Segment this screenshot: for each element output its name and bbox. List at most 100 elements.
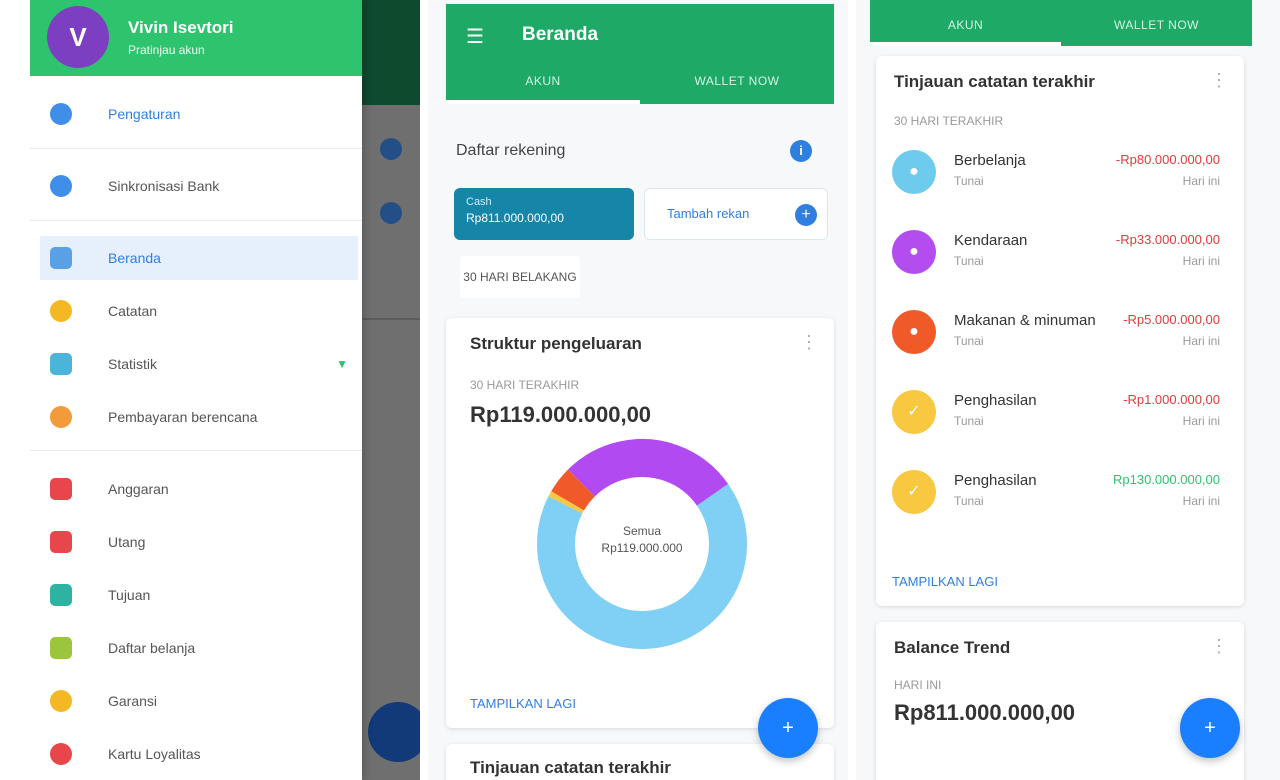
nav-item-budget[interactable]: Anggaran [30,467,362,511]
add-account-label: Tambah rekan [667,206,750,221]
account-chip[interactable]: Cash Rp811.000.000,00 [454,188,634,240]
record-date: Hari ini [1182,494,1220,508]
page-title: Beranda [522,24,599,45]
record-category: Penghasilan [954,472,1037,489]
record-category: Kendaraan [954,232,1028,249]
plus-icon: + [795,204,817,226]
user-name: Vivin Isevtori [128,18,234,37]
donut-center-value: Rp119.000.000 [601,541,683,555]
settings-icon [50,103,72,125]
nav-item-label: Anggaran [108,481,169,497]
nav-item-notes[interactable]: Catatan [30,289,362,333]
nav-item-label: Catatan [108,303,158,319]
nav-item-home[interactable]: Beranda [40,236,358,280]
tab-indicator [870,42,1061,46]
add-record-fab[interactable]: + [1180,698,1240,758]
show-more-link[interactable]: TAMPILKAN LAGI [892,574,998,589]
record-row[interactable]: ● Berbelanja Tunai -Rp80.000.000,00 Hari… [876,144,1236,208]
shopping-list-icon [50,637,72,659]
tab-wallet-now[interactable]: WALLET NOW [640,74,834,88]
nav-item-label: Kartu Loyalitas [108,746,201,762]
chevron-down-icon[interactable]: ▼ [336,357,348,371]
budget-icon [50,478,72,500]
debt-icon [50,531,72,553]
nav-item-bank-sync[interactable]: Sinkronisasi Bank [30,164,362,208]
tab-indicator [446,100,640,104]
goal-icon [50,584,72,606]
nav-item-settings[interactable]: Pengaturan [30,92,362,136]
tab-accounts[interactable]: AKUN [446,74,640,88]
record-account: Tunai [954,254,984,268]
drawer: V Vivin Isevtori Pratinjau akun Pengatur… [30,0,362,780]
home-screen: ☰ Beranda AKUN WALLET NOW Daftar rekenin… [428,0,848,780]
record-row[interactable]: ✓ Penghasilan Tunai -Rp1.000.000,00 Hari… [876,384,1236,448]
dimmed-background[interactable] [360,0,420,780]
nav-item-planned-payments[interactable]: Pembayaran berencana [30,395,362,439]
app-bar: AKUN WALLET NOW [870,0,1252,46]
home-icon [50,247,72,269]
notes-icon [50,300,72,322]
planned-payment-icon [50,406,72,428]
add-account-button[interactable]: Tambah rekan + [644,188,828,240]
chart-icon [50,353,72,375]
card-title: Balance Trend [894,638,1011,657]
record-account: Tunai [954,174,984,188]
nav-item-goals[interactable]: Tujuan [30,573,362,617]
more-vert-icon[interactable]: ⋮ [800,332,818,353]
nav-item-warranty[interactable]: Garansi [30,679,362,723]
dimmed-divider [360,318,420,320]
income-icon: ✓ [892,470,936,514]
balance-trend-card: Balance Trend ⋮ HARI INI Rp811.000.000,0… [876,622,1244,780]
record-amount: -Rp5.000.000,00 [1123,312,1220,327]
tab-accounts[interactable]: AKUN [870,18,1061,32]
record-date: Hari ini [1182,174,1220,188]
record-category: Berbelanja [954,152,1026,169]
nav-item-label: Utang [108,534,146,550]
record-row[interactable]: ● Kendaraan Tunai -Rp33.000.000,00 Hari … [876,224,1236,288]
card-period: 30 HARI TERAKHIR [894,114,1004,128]
nav-item-label: Daftar belanja [108,640,196,656]
more-vert-icon[interactable]: ⋮ [1210,70,1228,91]
spending-total: Rp119.000.000,00 [470,402,652,427]
avatar[interactable]: V [47,6,109,68]
date-range-button[interactable]: 30 HARI BELAKANG [460,256,580,298]
user-subtitle: Pratinjau akun [128,43,205,57]
balance-value: Rp811.000.000,00 [894,700,1076,725]
nav-item-label: Tujuan [108,587,151,603]
add-record-fab[interactable]: + [758,698,818,758]
show-more-link[interactable]: TAMPILKAN LAGI [470,696,576,711]
accounts-title: Daftar rekening [456,142,566,159]
record-amount: -Rp33.000.000,00 [1115,232,1220,247]
vehicle-icon: ● [892,230,936,274]
record-amount: -Rp80.000.000,00 [1115,152,1220,167]
record-category: Penghasilan [954,392,1037,409]
nav-divider [30,450,362,451]
nav-item-loyalty-cards[interactable]: Kartu Loyalitas [30,732,362,776]
tab-wallet-now[interactable]: WALLET NOW [1061,18,1252,32]
drawer-header[interactable]: V Vivin Isevtori Pratinjau akun [30,0,362,76]
nav-item-label: Sinkronisasi Bank [108,178,220,194]
food-icon: ● [892,310,936,354]
more-vert-icon[interactable]: ⋮ [1210,636,1228,657]
menu-icon[interactable]: ☰ [466,24,484,49]
record-row[interactable]: ✓ Penghasilan Tunai Rp130.000.000,00 Har… [876,464,1236,528]
nav-item-shopping-list[interactable]: Daftar belanja [30,626,362,670]
navigation-drawer-screen: V Vivin Isevtori Pratinjau akun Pengatur… [30,0,420,780]
nav-item-label: Beranda [108,250,161,266]
dimmed-fab [368,702,420,762]
nav-divider [30,220,362,221]
income-icon: ✓ [892,390,936,434]
nav-item-label: Garansi [108,693,158,709]
dimmed-add-icon [380,202,402,224]
record-date: Hari ini [1182,334,1220,348]
nav-item-label: Pembayaran berencana [108,409,258,425]
info-icon[interactable]: i [790,140,812,162]
nav-item-statistics[interactable]: Statistik ▼ [30,342,362,386]
dimmed-app-bar [360,0,420,105]
records-screen: AKUN WALLET NOW Tinjauan catatan terakhi… [856,0,1280,780]
record-account: Tunai [954,414,984,428]
donut-center-text: Semua Rp119.000.000 [532,524,752,555]
record-account: Tunai [954,334,984,348]
record-row[interactable]: ● Makanan & minuman Tunai -Rp5.000.000,0… [876,304,1236,368]
nav-item-debt[interactable]: Utang [30,520,362,564]
